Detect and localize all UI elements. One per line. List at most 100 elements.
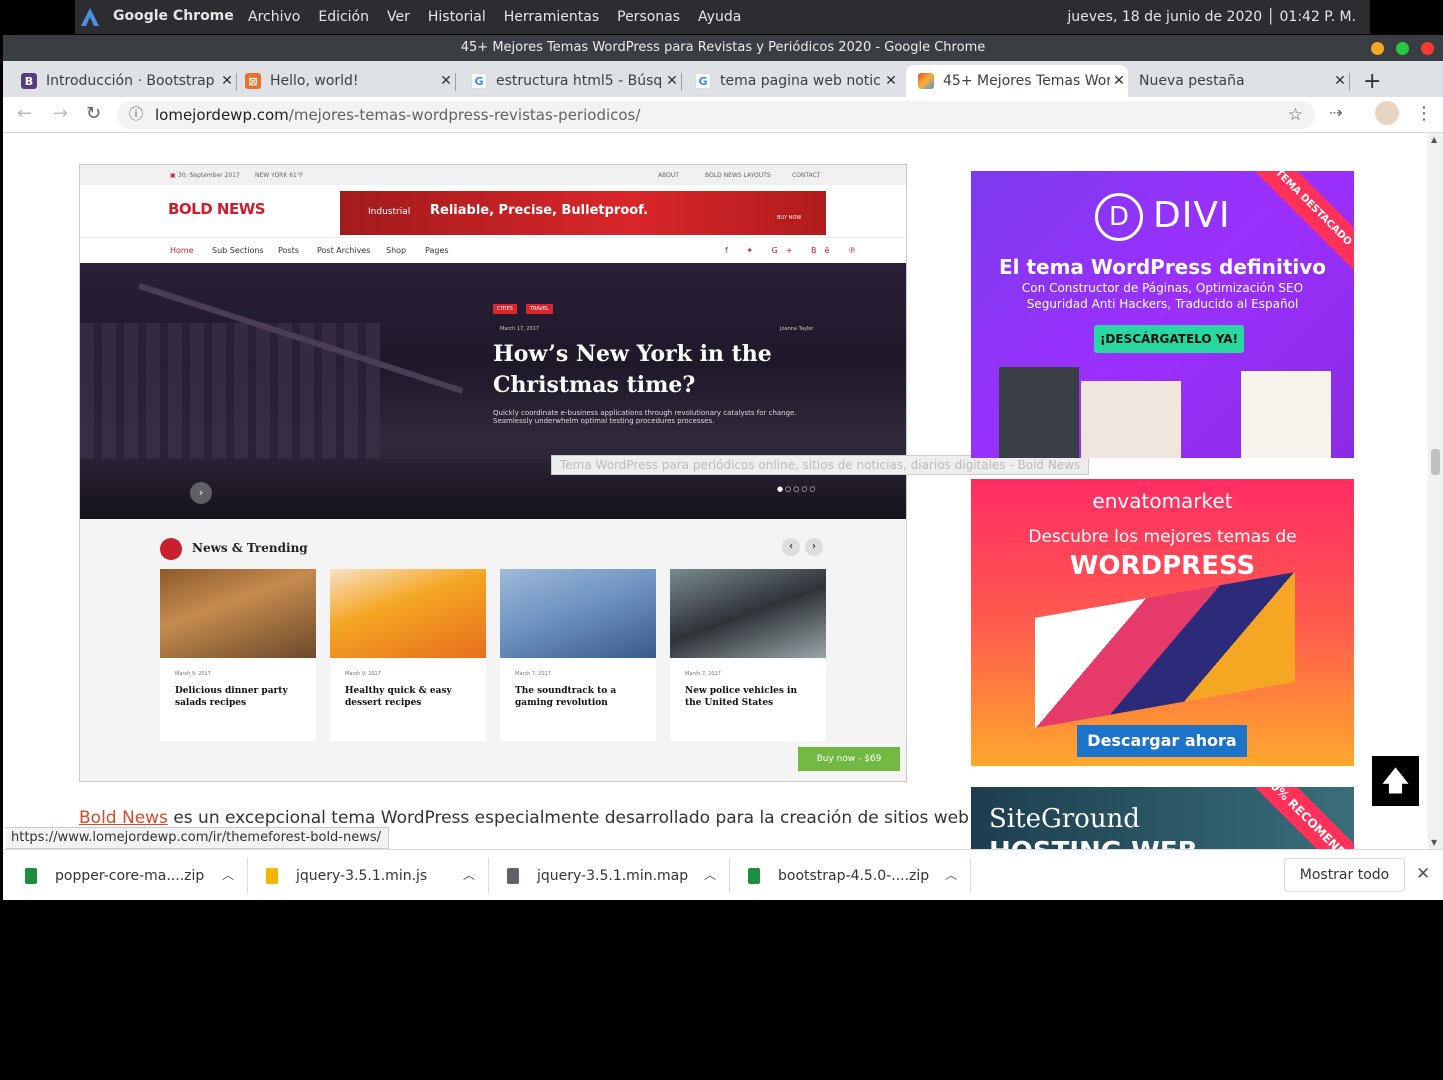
separator xyxy=(247,858,248,893)
menu-ayuda[interactable]: Ayuda xyxy=(698,9,741,25)
envato-brand: envatomarket xyxy=(1092,489,1233,513)
divi-ad[interactable]: TEMA DESTACADO D DIVI El tema WordPress … xyxy=(971,171,1354,458)
chevron-up-icon[interactable]: ︿ xyxy=(704,866,716,883)
toolbar: ← → ↻ ⓘ lomejordewp.com/mejores-temas-wo… xyxy=(3,97,1443,133)
os-menu: Archivo Edición Ver Historial Herramient… xyxy=(248,9,759,25)
envato-ad[interactable]: envatomarket Descubre los mejores temas … xyxy=(971,479,1354,766)
divi-cta-button[interactable]: ¡DESCÁRGATELO YA! xyxy=(1094,325,1244,353)
window-title: 45+ Mejores Temas WordPress para Revista… xyxy=(460,40,986,55)
minimize-button[interactable] xyxy=(1371,42,1384,55)
tab-close-icon[interactable]: ✕ xyxy=(1110,73,1128,89)
hero-author: Joanna Taylor xyxy=(780,326,814,332)
tab-estructura-html5[interactable]: G estructura html5 - Búsqueda ✕ xyxy=(471,65,682,97)
tab-close-icon[interactable]: ✕ xyxy=(1331,73,1349,89)
tab-tema-pagina-web[interactable]: G tema pagina web noticias ✕ xyxy=(695,65,900,97)
back-arrow-icon[interactable]: ← xyxy=(17,103,32,124)
window-titlebar[interactable]: 45+ Mejores Temas WordPress para Revista… xyxy=(3,35,1443,61)
separator xyxy=(729,858,730,893)
menu-edicion[interactable]: Edición xyxy=(318,9,369,25)
article-paragraph: Bold News es un excepcional tema WordPre… xyxy=(79,808,969,828)
tab-close-icon[interactable]: ✕ xyxy=(663,73,681,89)
download-item[interactable]: popper-core-ma....zip ︿ xyxy=(25,850,248,901)
os-logo-icon[interactable] xyxy=(80,7,100,27)
tab-title: Nueva pestaña xyxy=(1139,73,1245,89)
prev-arrow-icon: ‹ xyxy=(782,538,800,556)
profile-avatar[interactable] xyxy=(1375,101,1399,125)
bookmark-star-icon[interactable]: ☆ xyxy=(1288,101,1303,129)
download-filename: popper-core-ma....zip xyxy=(55,867,205,884)
download-filename: jquery-3.5.1.min.js xyxy=(296,867,428,884)
hero-tag: TRAVEL xyxy=(526,304,553,314)
menu-ver[interactable]: Ver xyxy=(387,9,410,25)
html-favicon-icon: ⊠ xyxy=(245,73,261,89)
divi-mockup xyxy=(999,367,1079,458)
banner-label: Industrial xyxy=(368,207,411,217)
lomejordewp-favicon-icon xyxy=(918,73,934,89)
menu-herramientas[interactable]: Herramientas xyxy=(504,9,599,25)
calendar-icon: ▣ xyxy=(170,172,176,179)
app-name[interactable]: Google Chrome xyxy=(113,8,234,24)
menu-personas[interactable]: Personas xyxy=(617,9,680,25)
envato-cta-button[interactable]: Descargar ahora xyxy=(1077,725,1247,757)
address-bar[interactable]: ⓘ lomejordewp.com/mejores-temas-wordpres… xyxy=(117,101,1315,129)
chevron-up-icon[interactable]: ︿ xyxy=(463,866,475,883)
tab-hello-world[interactable]: ⊠ Hello, world! ✕ xyxy=(245,65,456,97)
separator xyxy=(488,858,489,893)
tab-close-icon[interactable]: ✕ xyxy=(437,73,455,89)
preview-nav-item: Posts xyxy=(278,246,299,255)
scrollbar-thumb[interactable] xyxy=(1431,449,1440,475)
download-item[interactable]: jquery-3.5.1.min.map ︿ xyxy=(507,850,730,901)
new-tab-plus-icon[interactable]: + xyxy=(1363,69,1381,94)
cast-icon[interactable]: ⇢ xyxy=(1329,103,1342,122)
preview-hero: CITIES TRAVEL March 17, 2017 Joanna Tayl… xyxy=(80,263,906,519)
status-bubble: https://www.lomejordewp.com/ir/themefore… xyxy=(6,827,390,849)
chevron-up-icon[interactable]: ︿ xyxy=(222,866,234,883)
card-image xyxy=(500,569,656,658)
preview-topbar: ▣ 30. September 2017 NEW YORK 61°F ABOUT… xyxy=(80,165,906,185)
back-to-top-arrow-icon[interactable]: 🡅 xyxy=(1372,756,1419,806)
scroll-up-icon[interactable]: ▲ xyxy=(1431,135,1437,144)
trending-title: News & Trending xyxy=(192,541,308,555)
show-all-button[interactable]: Mostrar todo xyxy=(1284,858,1405,892)
scroll-down-icon[interactable]: ▼ xyxy=(1431,838,1437,847)
preview-banner: Industrial Reliable, Precise, Bulletproo… xyxy=(340,191,826,235)
tab-nueva-pestana[interactable]: Nueva pestaña ✕ xyxy=(1139,65,1350,97)
news-card: March 9, 2017 Healthy quick & easy desse… xyxy=(330,569,486,741)
siteground-ad[interactable]: 100% RECOMENDADO SiteGround HOSTING WEB xyxy=(971,787,1354,849)
preview-nav: Home Sub Sections Posts Post Archives Sh… xyxy=(80,237,906,263)
maximize-button[interactable] xyxy=(1396,42,1409,55)
close-window-button[interactable] xyxy=(1421,42,1434,55)
article-text: es un excepcional tema WordPress especia… xyxy=(167,808,969,828)
chevron-up-icon[interactable]: ︿ xyxy=(945,866,957,883)
divi-headline: El tema WordPress definitivo xyxy=(998,255,1327,279)
download-item[interactable]: bootstrap-4.5.0-....zip ︿ xyxy=(748,850,971,901)
hero-subtitle: Quickly coordinate e-business applicatio… xyxy=(493,409,797,425)
bold-news-link[interactable]: Bold News xyxy=(79,808,168,828)
reload-icon[interactable]: ↻ xyxy=(86,103,101,124)
download-item[interactable]: jquery-3.5.1.min.js ︿ xyxy=(266,850,489,901)
kebab-menu-icon[interactable]: ⋮ xyxy=(1415,103,1433,124)
tab-close-icon[interactable]: ✕ xyxy=(218,73,236,89)
file-icon xyxy=(507,867,519,884)
hero-tag: CITIES xyxy=(493,304,517,314)
menu-archivo[interactable]: Archivo xyxy=(248,9,300,25)
google-favicon-icon: G xyxy=(695,73,711,89)
close-downloads-icon[interactable]: ✕ xyxy=(1416,864,1430,884)
divi-mockup xyxy=(1241,371,1331,458)
tab-close-icon[interactable]: ✕ xyxy=(882,73,900,89)
tab-bootstrap[interactable]: B Introducción · Bootstrap ✕ xyxy=(21,65,237,97)
tab-mejores-temas[interactable]: 45+ Mejores Temas WordPress ✕ xyxy=(906,65,1128,97)
site-info-icon[interactable]: ⓘ xyxy=(129,101,143,129)
divi-logo-icon: D xyxy=(1095,193,1143,241)
system-clock[interactable]: jueves, 18 de junio de 2020 │ 01:42 P. M… xyxy=(1067,9,1356,25)
preview-nav-item: Shop xyxy=(386,246,407,255)
tab-separator xyxy=(681,73,682,91)
forward-arrow-icon[interactable]: → xyxy=(53,103,68,124)
preview-link: CONTACT xyxy=(792,172,821,179)
preview-nav-item: Sub Sections xyxy=(212,246,264,255)
menu-historial[interactable]: Historial xyxy=(428,9,486,25)
page-scrollbar[interactable]: ▲ ▼ xyxy=(1428,133,1443,849)
tab-title: estructura html5 - Búsqueda xyxy=(496,73,663,89)
envato-headline2: WORDPRESS xyxy=(1069,551,1256,581)
banner-buy-button: BUY NOW xyxy=(774,213,805,223)
